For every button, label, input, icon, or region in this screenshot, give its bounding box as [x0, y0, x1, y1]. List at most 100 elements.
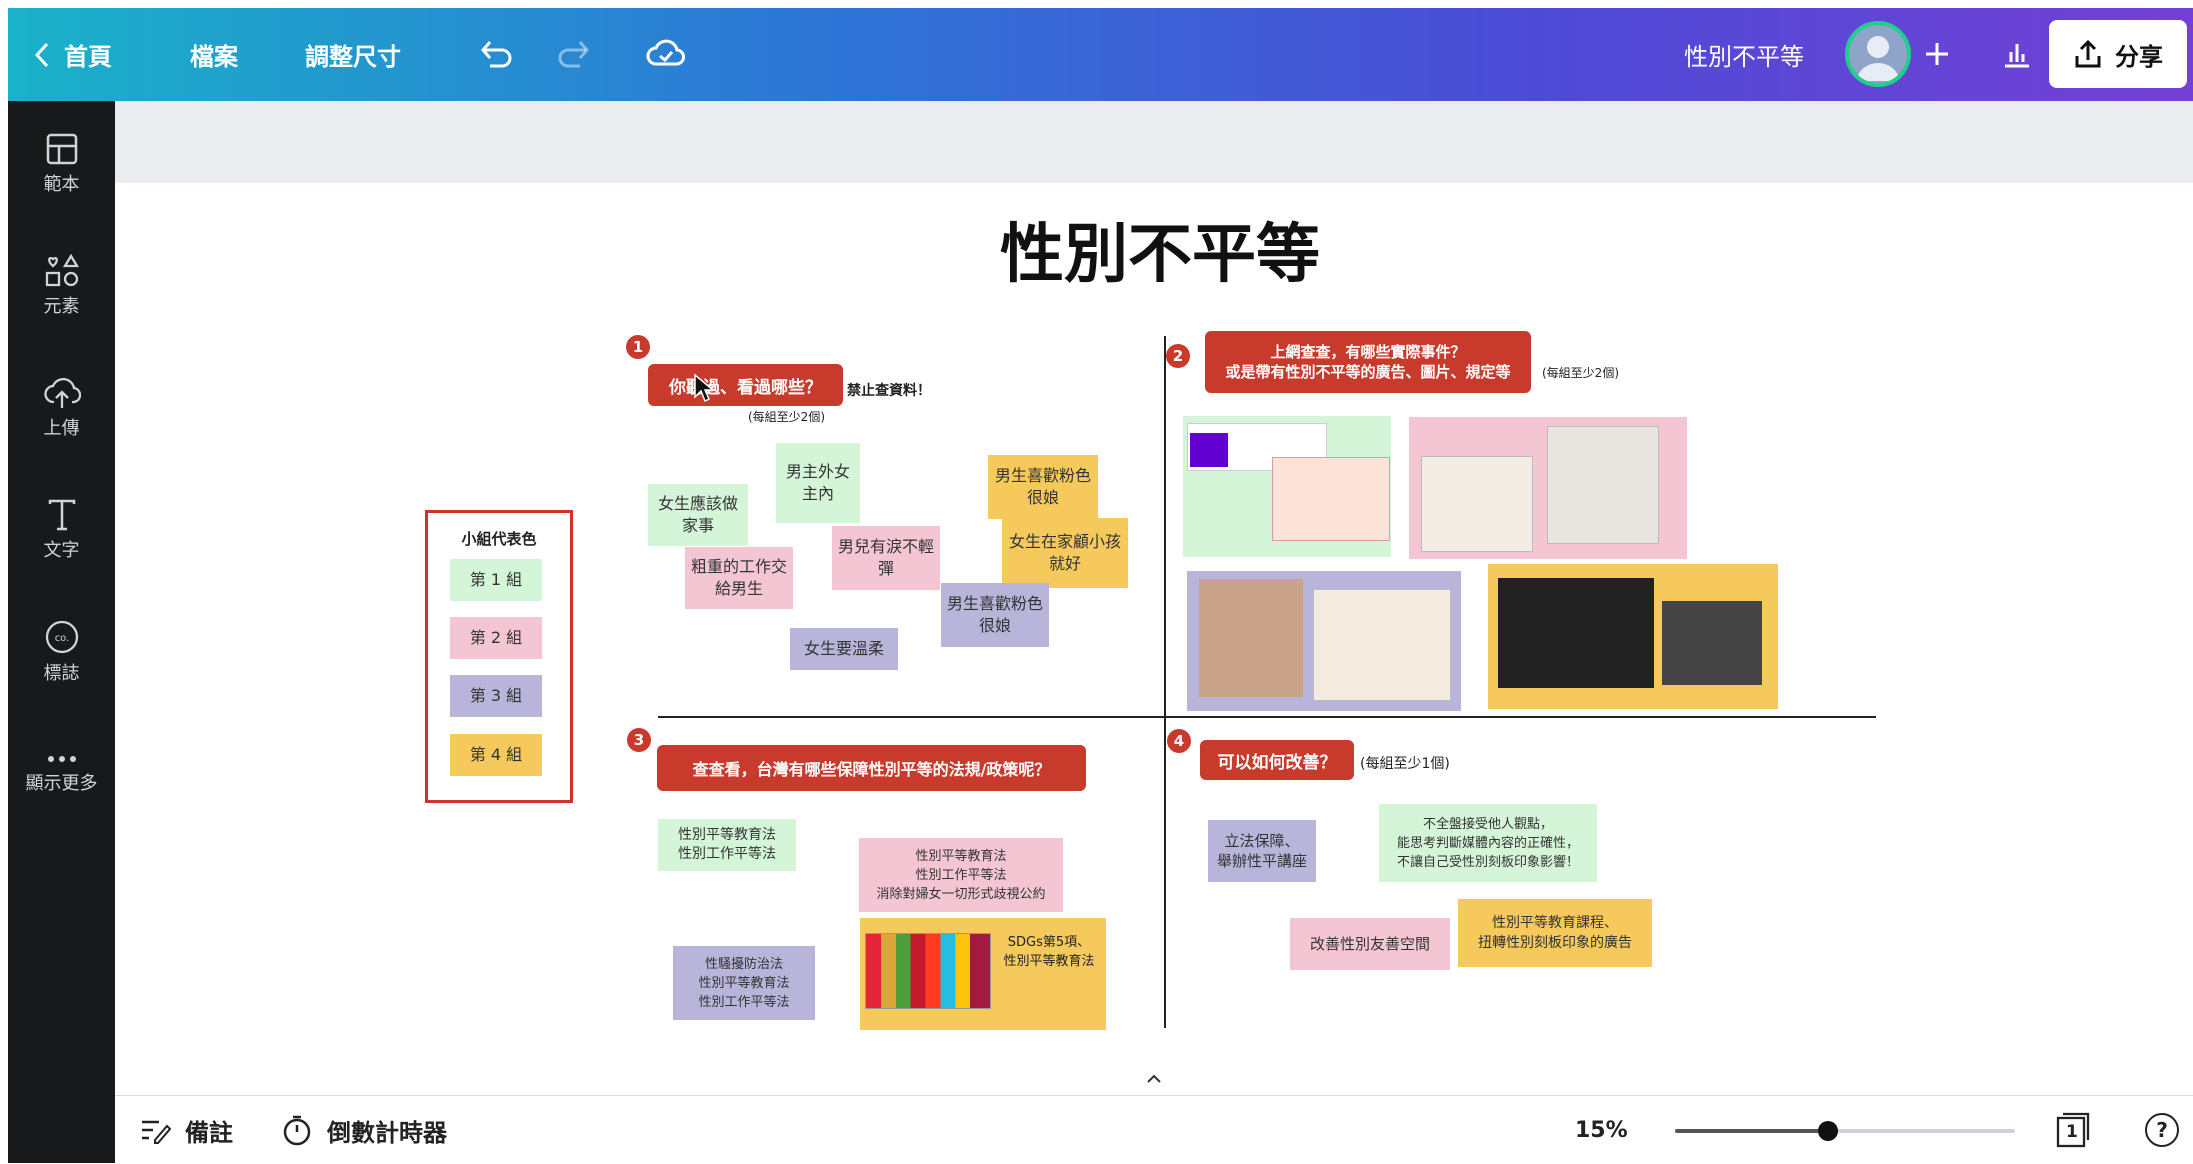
sidebar-item-uploads[interactable]: 上傳: [8, 363, 115, 453]
design-page[interactable]: 性別不平等 小組代表色 第 1 組 第 2 組 第 3 組 第 4 組 1 你聽…: [115, 183, 2193, 1095]
window-edge: [0, 0, 8, 1163]
share-label: 分享: [2115, 42, 2163, 71]
upload-icon: [43, 377, 81, 408]
section-4-hint: (每組至少1個): [1360, 756, 1450, 772]
note-q4[interactable]: 性別平等教育課程、 扭轉性別刻板印象的廣告: [1458, 899, 1652, 967]
section-4-heading[interactable]: 可以如何改善？: [1200, 740, 1354, 780]
note-q4[interactable]: 改善性別友善空間: [1290, 918, 1450, 970]
sidebar-item-label: 上傳: [43, 418, 80, 439]
note-q3[interactable]: 性別平等教育法 性別工作平等法 消除對婦女一切形式歧視公約: [859, 838, 1063, 912]
note-q1[interactable]: 男兒有淚不輕彈: [832, 526, 940, 590]
left-sidebar: 範本 元素 上傳 文字 co. 標誌 顯示更多: [8, 101, 115, 1163]
top-toolbar: 首頁 檔案 調整尺寸 性別不平等 分享: [8, 8, 2193, 101]
note-q1[interactable]: 男主外女主內: [776, 443, 860, 523]
sidebar-item-text[interactable]: 文字: [8, 485, 115, 575]
insights-button[interactable]: [1993, 30, 2041, 78]
home-label: 首頁: [64, 43, 112, 71]
section-3-heading[interactable]: 查查看，台灣有哪些保障性別平等的法規/政策呢？: [657, 745, 1086, 791]
horizontal-divider: [658, 716, 1876, 718]
timer-button[interactable]: 倒數計時器: [281, 1096, 447, 1164]
legend-group-3: 第 3 組: [450, 675, 542, 717]
plus-icon: [1926, 43, 1948, 65]
elements-icon: [45, 254, 79, 287]
sidebar-item-more[interactable]: 顯示更多: [8, 729, 115, 819]
section-2-hint: (每組至少2個): [1542, 366, 1619, 380]
sidebar-item-logos[interactable]: co. 標誌: [8, 607, 115, 697]
note-q3[interactable]: 性騷擾防治法 性別平等教育法 性別工作平等法: [673, 946, 815, 1020]
zoom-value[interactable]: 15%: [1575, 1096, 1628, 1164]
user-icon: [1857, 36, 1899, 81]
note-q1[interactable]: 男生喜歡粉色很娘: [988, 455, 1098, 519]
note-q1[interactable]: 女生要溫柔: [790, 628, 898, 670]
bottom-toolbar: 備註 倒數計時器 15% 1 ?: [115, 1095, 2193, 1163]
section-2-heading-line1: 上網查查，有哪些實際事件？: [1270, 343, 1466, 361]
zoom-slider-fill: [1675, 1129, 1828, 1133]
section-number-1: 1: [626, 335, 650, 359]
sidebar-item-templates[interactable]: 範本: [8, 119, 115, 209]
note-q1[interactable]: 女生在家顧小孩就好: [1002, 518, 1128, 588]
more-icon: [47, 756, 76, 762]
design-canvas-area: 性別不平等 小組代表色 第 1 組 第 2 組 第 3 組 第 4 組 1 你聽…: [115, 101, 2193, 1095]
zoom-slider[interactable]: [1675, 1121, 2015, 1141]
redo-icon: [558, 41, 589, 68]
video-screenshot-image: [1498, 578, 1654, 688]
resize-menu[interactable]: 調整尺寸: [305, 8, 401, 101]
legend-title: 小組代表色: [461, 530, 537, 548]
home-button[interactable]: 首頁: [32, 8, 112, 101]
illustration-image: [1313, 589, 1451, 701]
zoom-slider-knob[interactable]: [1818, 1121, 1838, 1141]
page-title[interactable]: 性別不平等: [990, 203, 1330, 295]
file-menu[interactable]: 檔案: [190, 8, 238, 101]
legend-group-4: 第 4 組: [450, 734, 542, 776]
stopwatch-icon: [283, 1115, 311, 1146]
note-q1[interactable]: 男生喜歡粉色很娘: [941, 583, 1049, 647]
section-2-heading-line2: 或是帶有性別不平等的廣告、圖片、規定等: [1225, 363, 1511, 381]
template-icon: [46, 133, 77, 165]
text-icon: [48, 499, 75, 531]
sdgs-goals-image: [865, 933, 991, 1009]
sidebar-item-label: 顯示更多: [25, 773, 98, 794]
upload-share-icon: [2075, 39, 2101, 68]
gender-scale-image: [1421, 456, 1533, 552]
sidebar-item-elements[interactable]: 元素: [8, 241, 115, 331]
notes-icon: [142, 1120, 171, 1144]
section-number-3: 3: [627, 728, 651, 752]
man-photo-image: [1662, 601, 1762, 685]
note-q1[interactable]: 女生應該做家事: [648, 484, 748, 546]
page-number: 1: [2066, 1122, 2078, 1142]
user-avatar[interactable]: [1845, 21, 1911, 87]
chevron-up-icon: [1147, 1074, 1161, 1083]
section-1-heading[interactable]: 你聽過、看過哪些？: [648, 364, 843, 406]
note-q4[interactable]: 不全盤接受他人觀點， 能思考判斷媒體內容的正確性， 不讓自己受性別刻板印象影響！: [1379, 804, 1597, 882]
section-number-4: 4: [1167, 729, 1191, 753]
save-status-button[interactable]: [642, 30, 690, 78]
section-1-hint: (每組至少2個): [748, 410, 825, 424]
undo-button[interactable]: [472, 30, 520, 78]
share-button[interactable]: 分享: [2049, 20, 2187, 88]
undo-icon: [481, 41, 512, 68]
redo-button[interactable]: [550, 30, 598, 78]
chevron-left-icon: [34, 42, 49, 67]
note-q3[interactable]: 性別平等教育法 性別工作平等法: [658, 819, 796, 871]
canva-editor: 首頁 檔案 調整尺寸 性別不平等 分享 範本 元素 上傳 文字 co. 標誌 顯…: [0, 0, 2193, 1163]
note-q4[interactable]: 立法保障、 舉辦性平講座: [1208, 820, 1316, 882]
expand-pages-handle[interactable]: [1115, 1063, 1193, 1095]
cloud-check-icon: [646, 39, 685, 66]
logo-icon: co.: [45, 620, 78, 654]
add-member-button[interactable]: [1913, 30, 1961, 78]
notes-label: 備註: [185, 1118, 233, 1147]
legend-group-1: 第 1 組: [450, 559, 542, 601]
note-q1[interactable]: 粗重的工作交給男生: [685, 547, 793, 609]
section-number-2: 2: [1166, 344, 1190, 368]
notes-button[interactable]: 備註: [139, 1096, 233, 1164]
document-title[interactable]: 性別不平等: [1684, 8, 1804, 101]
mouse-cursor-icon: [694, 373, 715, 403]
help-label: ?: [2156, 1118, 2168, 1142]
svg-text:co.: co.: [54, 633, 69, 644]
section-2-heading[interactable]: 上網查查，有哪些實際事件？ 或是帶有性別不平等的廣告、圖片、規定等: [1205, 331, 1531, 393]
vertical-divider: [1164, 336, 1166, 1028]
page-count-button[interactable]: 1: [2055, 1112, 2091, 1148]
yahoo-logo-image: [1190, 433, 1228, 467]
note-q3[interactable]: SDGs第5項、 性別平等教育法: [995, 933, 1103, 971]
help-button[interactable]: ?: [2145, 1113, 2179, 1147]
